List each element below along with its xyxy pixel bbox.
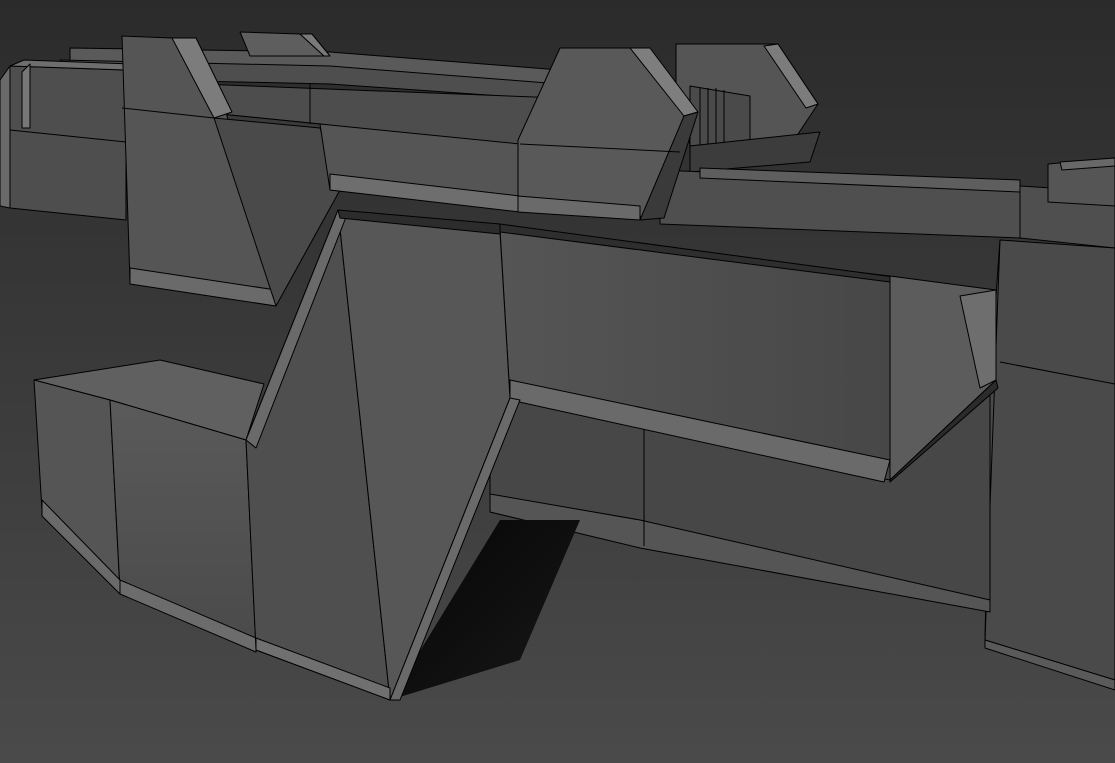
mesh-right-frame[interactable] bbox=[984, 239, 1115, 691]
3d-viewport[interactable] bbox=[0, 0, 1115, 763]
viewport-canvas[interactable] bbox=[0, 0, 1115, 763]
mesh-left-back-block[interactable] bbox=[0, 59, 131, 221]
